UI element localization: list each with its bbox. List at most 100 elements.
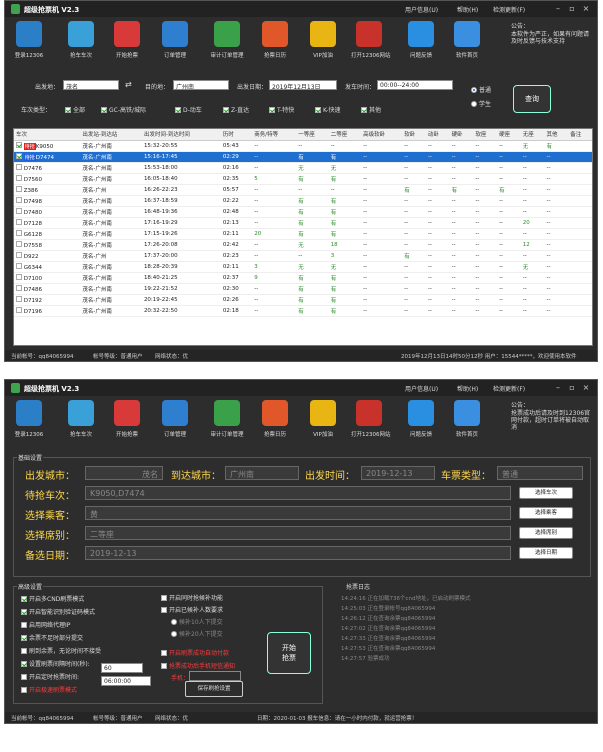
option-checkbox[interactable]: 开启同时抢候补功能 xyxy=(161,593,223,602)
table-row[interactable]: D7498 茂名-广州南 16:37-18:59 02:22 -- 有有 -- -- -- -- -… xyxy=(14,195,592,207)
column-header[interactable]: 一等座 xyxy=(296,129,329,141)
toolbar-button-3[interactable]: 订单管理 xyxy=(157,21,193,59)
table-row[interactable]: 待抢D7474 茂名-广州南 15:16-17:45 02:29 -- 有有 -- -- -- -… xyxy=(14,151,592,163)
minimize-icon[interactable]: – xyxy=(553,4,563,13)
option-checkbox[interactable]: 开启极速刷票模式 xyxy=(21,685,77,694)
from-station-input[interactable]: 茂名 xyxy=(63,80,119,90)
toolbar-button-0[interactable]: 登录12306 xyxy=(11,21,47,59)
table-row[interactable]: D922 茂名-广州 17:37-20:00 02:23 -- -- 3 -- 有 -- -- -- -… xyxy=(14,250,592,262)
column-header[interactable]: 其他 xyxy=(544,129,569,141)
row-checkbox[interactable] xyxy=(16,240,22,247)
toolbar-button-0[interactable]: 登录12306 xyxy=(11,400,47,438)
toolbar-button-4[interactable]: 审计订单管理 xyxy=(209,400,245,438)
column-header[interactable]: 硬座 xyxy=(497,129,521,141)
passenger-input[interactable]: 黄 xyxy=(85,506,511,520)
radio-normal[interactable]: 普通 xyxy=(471,85,491,94)
option-checkbox[interactable]: 开启多CND刷票模式 xyxy=(21,594,84,603)
option-checkbox[interactable]: 开启定时抢票时间: xyxy=(21,672,79,681)
train-cell[interactable]: D7486 xyxy=(14,283,81,295)
row-checkbox[interactable] xyxy=(16,262,22,269)
table-row[interactable]: D7192 茂名-广州南 20:19-22:45 02:26 -- 有有 -- -- -- -- -… xyxy=(14,294,592,306)
train-cell[interactable]: D7128 xyxy=(14,217,81,229)
from-city-input[interactable]: 茂名 xyxy=(85,466,163,480)
date-input[interactable]: 2019年12月13日 xyxy=(269,80,337,90)
menu-check-update[interactable]: 检测更新(F) xyxy=(493,5,525,14)
column-header[interactable]: 备注 xyxy=(568,129,592,141)
option-checkbox[interactable]: 开启智能识别验证码模式 xyxy=(21,607,95,616)
train-cell[interactable]: D7476 xyxy=(14,162,81,174)
table-row[interactable]: D7560 茂名-广州南 16:05-18:40 02:35 5 有有 -- -- -- -- --… xyxy=(14,173,592,185)
toolbar-button-2[interactable]: 开始抢票 xyxy=(109,21,145,59)
menu-help[interactable]: 帮助(H) xyxy=(457,384,478,393)
row-checkbox[interactable] xyxy=(16,174,22,181)
column-header[interactable]: 软座 xyxy=(473,129,498,141)
row-checkbox[interactable] xyxy=(16,196,22,203)
radio-waitlist-20[interactable]: 候补20人下提交 xyxy=(171,629,223,638)
train-cell[interactable]: D7560 xyxy=(14,173,81,185)
train-type-checkbox[interactable]: D-动车 xyxy=(175,105,202,114)
table-row[interactable]: D7558 茂名-广州南 17:26-20:08 02:42 -- 无 18 -- -- -- --… xyxy=(14,239,592,251)
table-row[interactable]: D7196 茂名-广州南 20:32-22:50 02:18 -- 有有 -- -- -- -- -… xyxy=(14,305,592,317)
row-checkbox[interactable] xyxy=(16,185,22,192)
table-row[interactable]: D7480 茂名-广州南 16:48-19:36 02:48 -- 有有 -- -- -- -- -… xyxy=(14,206,592,218)
train-type-checkbox[interactable]: 全部 xyxy=(65,105,85,114)
table-row[interactable]: D7100 茂名-广州南 18:40-21:25 02:37 9 有有 -- -- -- -- --… xyxy=(14,272,592,284)
timer-input[interactable]: 06:00:00 xyxy=(101,676,151,686)
row-checkbox[interactable] xyxy=(16,306,22,313)
close-icon[interactable]: × xyxy=(581,4,591,13)
table-row[interactable]: Z386 茂名-广州 16:26-22:23 05:57 -- -- -- -- 有 -- 有 -- 有… xyxy=(14,184,592,196)
toolbar-button-5[interactable]: 抢票日历 xyxy=(257,400,293,438)
row-checkbox[interactable] xyxy=(16,163,22,170)
column-header[interactable]: 历时 xyxy=(220,129,253,141)
toolbar-button-9[interactable]: 软件首页 xyxy=(449,21,485,59)
toolbar-button-7[interactable]: 打开12306网站 xyxy=(351,400,391,438)
toolbar-button-7[interactable]: 打开12306网站 xyxy=(351,21,391,59)
train-cell[interactable]: G6128 xyxy=(14,228,81,240)
toolbar-button-8[interactable]: 问题反馈 xyxy=(403,21,439,59)
time-select[interactable]: 00:00--24:00 xyxy=(377,80,453,90)
option-checkbox[interactable]: 开启刷票成功自动付款 xyxy=(161,648,229,657)
menu-user-info[interactable]: 用户信息(U) xyxy=(405,384,438,393)
train-cell[interactable]: D7558 xyxy=(14,239,81,251)
train-cell[interactable]: 待抢D7474 xyxy=(14,151,81,163)
option-checkbox[interactable]: 设置刷票间隔时间(秒): xyxy=(21,659,90,668)
toolbar-button-1[interactable]: 抢车车次 xyxy=(63,21,99,59)
start-grab-button[interactable]: 开始 抢票 xyxy=(267,632,311,674)
option-checkbox[interactable]: 余票不足时部分提交 xyxy=(21,633,83,642)
query-button[interactable]: 查询 xyxy=(513,85,551,113)
ticket-type-input[interactable]: 普通 xyxy=(497,466,583,480)
row-checkbox[interactable] xyxy=(16,218,22,225)
column-header[interactable]: 车次 xyxy=(14,129,81,141)
toolbar-button-8[interactable]: 问题反馈 xyxy=(403,400,439,438)
toolbar-button-9[interactable]: 软件首页 xyxy=(449,400,485,438)
row-checkbox[interactable] xyxy=(16,152,22,159)
swap-arrows-icon[interactable]: ⇄ xyxy=(125,80,132,89)
train-cell[interactable]: 待抢K9050 xyxy=(14,140,81,152)
toolbar-button-6[interactable]: VIP加油 xyxy=(305,21,341,59)
train-type-checkbox[interactable]: Z-直达 xyxy=(223,105,249,114)
select-trains-button[interactable]: 选择车次 xyxy=(519,487,573,499)
toolbar-button-2[interactable]: 开始抢票 xyxy=(109,400,145,438)
column-header[interactable]: 无座 xyxy=(520,129,545,141)
row-checkbox[interactable] xyxy=(16,251,22,258)
toolbar-button-3[interactable]: 订单管理 xyxy=(157,400,193,438)
save-settings-button[interactable]: 保存刷抢设置 xyxy=(185,681,243,697)
menu-check-update[interactable]: 检测更新(F) xyxy=(493,384,525,393)
select-passenger-button[interactable]: 选择乘客 xyxy=(519,507,573,519)
toolbar-button-4[interactable]: 审计订单管理 xyxy=(209,21,245,59)
column-header[interactable]: 动卧 xyxy=(425,129,450,141)
menu-help[interactable]: 帮助(H) xyxy=(457,5,478,14)
column-header[interactable]: 商务/特等 xyxy=(252,129,297,141)
row-checkbox[interactable] xyxy=(16,229,22,236)
column-header[interactable]: 出发时间-到达时间 xyxy=(141,129,221,141)
train-cell[interactable]: Z386 xyxy=(14,184,81,196)
interval-input[interactable]: 60 xyxy=(101,663,143,673)
toolbar-button-6[interactable]: VIP加油 xyxy=(305,400,341,438)
table-row[interactable]: 待抢K9050 茂名-广州南 15:32-20:55 05:43 -- -- -- -- -- -… xyxy=(14,140,592,152)
column-header[interactable]: 软卧 xyxy=(402,129,426,141)
table-row[interactable]: G6344 茂名-广州南 18:28-20:39 02:11 3 无无 -- -- -- -- --… xyxy=(14,261,592,273)
table-row[interactable]: D7476 茂名-广州南 15:53-18:00 02:16 -- 无无 -- -- -- -- -… xyxy=(14,162,592,174)
table-row[interactable]: G6128 茂名-广州南 17:15-19:26 02:11 20 有有 -- -- -- -- -… xyxy=(14,228,592,240)
train-type-checkbox[interactable]: 其他 xyxy=(361,105,381,114)
train-cell[interactable]: D922 xyxy=(14,250,81,262)
